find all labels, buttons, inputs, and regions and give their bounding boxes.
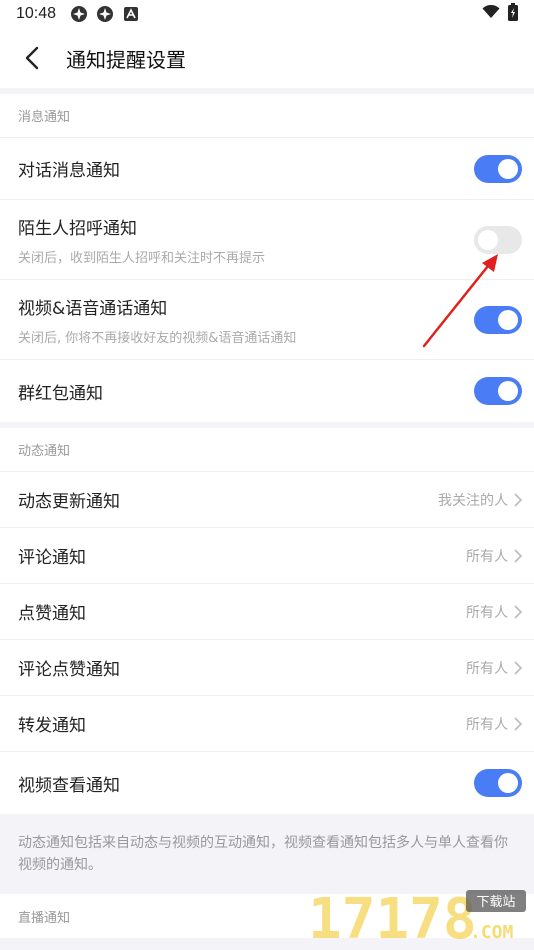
chevron-right-icon (514, 660, 522, 675)
toggle-chat-notification[interactable] (474, 154, 522, 183)
chevron-right-icon (514, 548, 522, 563)
chevron-left-icon (25, 46, 39, 70)
row-label: 陌生人招呼通知 (18, 218, 137, 239)
page-title: 通知提醒设置 (66, 47, 186, 72)
wifi-icon (482, 4, 500, 23)
battery-icon (508, 3, 518, 25)
row-video-view[interactable]: 视频查看通知 (0, 752, 534, 814)
row-dynamic-update[interactable]: 动态更新通知 我关注的人 (0, 472, 534, 528)
toggle-video-view[interactable] (474, 769, 522, 797)
site-watermark: 17178 下载站 .COM (306, 886, 530, 950)
chevron-right-icon (514, 492, 522, 507)
row-comment[interactable]: 评论通知 所有人 (0, 528, 534, 584)
row-label: 视频&语音通话通知 (18, 298, 168, 319)
row-label: 对话消息通知 (18, 161, 120, 181)
row-stranger-greeting[interactable]: 陌生人招呼通知 关闭后，收到陌生人招呼和关注时不再提示 (0, 200, 534, 280)
row-red-packet[interactable]: 群红包通知 (0, 360, 534, 422)
section-header-message: 消息通知 (0, 94, 534, 138)
toggle-call-notification[interactable] (474, 305, 522, 334)
row-label: 点赞通知 (18, 604, 86, 624)
row-label: 群红包通知 (18, 383, 103, 404)
row-call-notification[interactable]: 视频&语音通话通知 关闭后, 你将不再接收好友的视频&语音通话通知 (0, 280, 534, 360)
watermark-tag: 下载站 (476, 895, 515, 910)
row-value: 所有人 (466, 660, 508, 677)
dynamic-note: 动态通知包括来自动态与视频的互动通知，视频查看通知包括多人与单人查看你视频的通知… (0, 814, 534, 894)
chevron-right-icon (514, 604, 522, 619)
app-notification-icon (96, 5, 114, 23)
status-time: 10:48 (16, 5, 57, 22)
chevron-right-icon (514, 716, 522, 731)
toggle-red-packet[interactable] (474, 377, 522, 405)
watermark-site: 17178 (308, 887, 477, 948)
row-like[interactable]: 点赞通知 所有人 (0, 584, 534, 640)
row-comment-like[interactable]: 评论点赞通知 所有人 (0, 640, 534, 696)
section-header-dynamic: 动态通知 (0, 428, 534, 472)
toggle-stranger-greeting[interactable] (474, 225, 522, 254)
row-label: 评论通知 (18, 548, 86, 568)
row-label: 转发通知 (18, 716, 86, 736)
status-bar: 10:48 (0, 0, 534, 28)
row-value: 所有人 (466, 604, 508, 621)
app-notification-icon (70, 5, 88, 23)
row-value: 我关注的人 (438, 492, 508, 509)
row-label: 视频查看通知 (18, 775, 120, 796)
a-badge-icon (122, 5, 140, 23)
row-description: 关闭后, 你将不再接收好友的视频&语音通话通知 (18, 330, 297, 346)
back-button[interactable] (18, 44, 46, 72)
watermark-domain: .COM (470, 922, 514, 943)
row-chat-notification[interactable]: 对话消息通知 (0, 138, 534, 200)
title-bar: 通知提醒设置 (0, 28, 534, 88)
row-description: 关闭后，收到陌生人招呼和关注时不再提示 (18, 250, 266, 266)
row-label: 评论点赞通知 (18, 660, 120, 680)
row-value: 所有人 (466, 548, 508, 565)
row-value: 所有人 (466, 716, 508, 733)
row-label: 动态更新通知 (18, 492, 120, 512)
row-forward[interactable]: 转发通知 所有人 (0, 696, 534, 752)
